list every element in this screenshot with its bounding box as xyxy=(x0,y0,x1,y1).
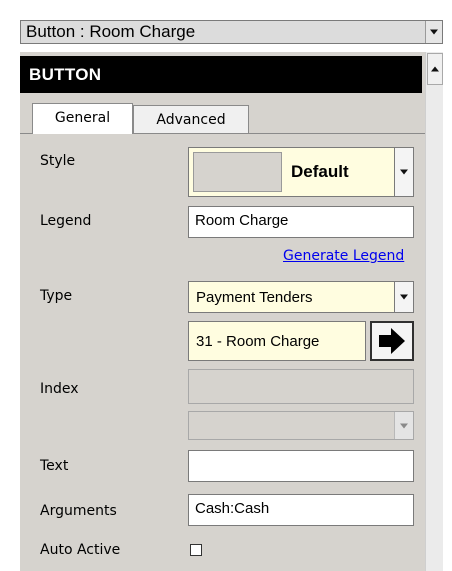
index-label: Index xyxy=(40,381,79,397)
type-label: Type xyxy=(40,288,73,304)
button-properties-window: Button : Room Charge BUTTON General Adva… xyxy=(0,0,446,571)
style-swatch xyxy=(193,152,282,192)
style-label: Style xyxy=(40,153,76,169)
arguments-label: Arguments xyxy=(40,503,117,519)
tender-value: 31 - Room Charge xyxy=(196,333,320,350)
legend-field[interactable]: Room Charge xyxy=(188,206,414,238)
chevron-down-icon[interactable] xyxy=(394,148,413,196)
index-field xyxy=(188,369,414,404)
auto-active-checkbox[interactable] xyxy=(190,544,202,556)
style-value: Default xyxy=(291,162,349,181)
section-title: BUTTON xyxy=(29,65,102,84)
type-value: Payment Tenders xyxy=(196,289,313,306)
go-to-tender-button[interactable] xyxy=(370,321,414,361)
object-selector-dropdown[interactable]: Button : Room Charge xyxy=(20,20,443,44)
tab-general-label: General xyxy=(54,110,111,126)
arguments-value: Cash:Cash xyxy=(195,500,270,517)
legend-label: Legend xyxy=(40,213,92,229)
arguments-field[interactable]: Cash:Cash xyxy=(188,494,414,526)
scroll-up-icon[interactable] xyxy=(427,53,443,85)
object-selector-value: Button : Room Charge xyxy=(26,22,196,41)
chevron-down-icon[interactable] xyxy=(425,21,442,43)
index-dropdown xyxy=(188,411,414,440)
tab-advanced-label: Advanced xyxy=(156,112,226,128)
chevron-down-icon[interactable] xyxy=(394,282,413,312)
legend-value: Room Charge xyxy=(195,212,289,229)
generate-legend-link[interactable]: Generate Legend xyxy=(283,248,404,264)
section-header: BUTTON xyxy=(20,56,422,93)
tender-field[interactable]: 31 - Room Charge xyxy=(188,321,366,361)
tab-advanced[interactable]: Advanced xyxy=(133,105,249,133)
text-field[interactable] xyxy=(188,450,414,482)
tab-general[interactable]: General xyxy=(32,103,133,134)
style-selector[interactable]: Default xyxy=(188,147,414,197)
text-label: Text xyxy=(40,458,69,474)
type-dropdown[interactable]: Payment Tenders xyxy=(188,281,414,313)
auto-active-label: Auto Active xyxy=(40,542,121,558)
vertical-scrollbar[interactable] xyxy=(425,52,443,571)
arrow-right-icon xyxy=(379,328,405,354)
chevron-down-icon xyxy=(394,412,413,439)
